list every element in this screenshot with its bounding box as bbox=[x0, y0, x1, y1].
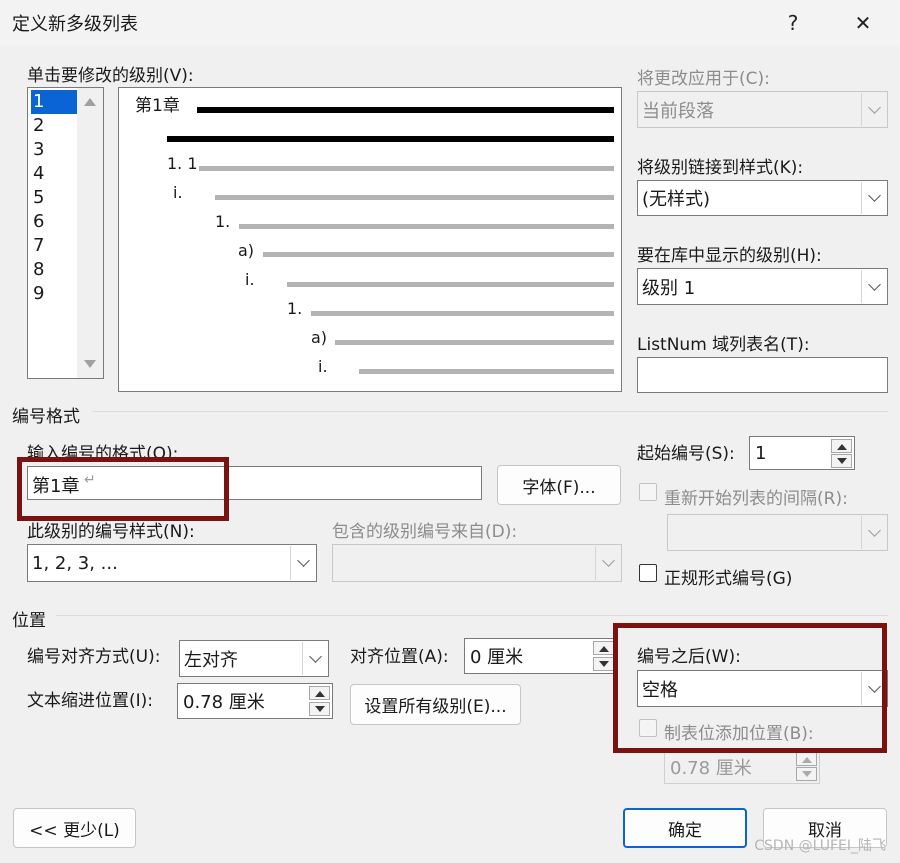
set-all-levels-button[interactable]: 设置所有级别(E)... bbox=[350, 684, 521, 725]
align-at-value: 0 厘米 bbox=[470, 647, 524, 668]
preview-line bbox=[335, 340, 614, 345]
link-style-label: 将级别链接到样式(K): bbox=[637, 158, 804, 178]
listnum-label: ListNum 域列表名(T): bbox=[637, 335, 810, 355]
level-item[interactable]: 2 bbox=[31, 114, 77, 138]
number-style-label: 此级别的编号样式(N): bbox=[27, 522, 195, 542]
level-listbox[interactable]: 1 2 3 4 5 6 7 8 9 bbox=[27, 87, 104, 379]
indent-spinner[interactable]: 0.78 厘米 bbox=[177, 683, 333, 719]
scroll-down-icon[interactable] bbox=[84, 360, 96, 368]
legal-style-label: 正规形式编号(G) bbox=[664, 569, 793, 589]
level-item[interactable]: 8 bbox=[31, 258, 77, 282]
tab-stop-value: 0.78 厘米 bbox=[670, 757, 752, 779]
gallery-level-value: 级别 1 bbox=[642, 277, 696, 299]
gallery-level-select[interactable]: 级别 1 bbox=[637, 268, 888, 305]
watermark: CSDN @LUFEI_陆飞 bbox=[754, 838, 886, 854]
align-select[interactable]: 左对齐 bbox=[179, 640, 329, 677]
include-level-select[interactable] bbox=[332, 544, 622, 582]
preview-line bbox=[263, 252, 614, 257]
levels-label: 单击要修改的级别(V): bbox=[27, 66, 194, 86]
preview-label: 1. bbox=[287, 299, 303, 318]
level-item[interactable]: 7 bbox=[31, 234, 77, 258]
chevron-down-icon bbox=[861, 516, 886, 549]
dialog-title: 定义新多级列表 bbox=[12, 14, 138, 35]
chevron-down-icon bbox=[861, 93, 886, 126]
preview-line bbox=[287, 282, 614, 287]
preview-line bbox=[199, 166, 614, 171]
indent-value: 0.78 厘米 bbox=[183, 692, 265, 713]
spin-down-icon[interactable] bbox=[309, 702, 330, 716]
gallery-level-label: 要在库中显示的级别(H): bbox=[637, 246, 822, 266]
apply-to-value: 当前段落 bbox=[642, 100, 714, 122]
apply-to-label: 将更改应用于(C): bbox=[637, 69, 770, 89]
spin-up-icon[interactable] bbox=[796, 752, 817, 766]
level-item[interactable]: 3 bbox=[31, 138, 77, 162]
preview-label: 1. bbox=[215, 212, 231, 231]
restart-checkbox[interactable] bbox=[639, 483, 657, 501]
align-value: 左对齐 bbox=[184, 649, 238, 671]
restart-select[interactable] bbox=[667, 514, 888, 551]
number-style-value: 1, 2, 3, ... bbox=[32, 552, 118, 574]
tab-stop-spinner[interactable]: 0.78 厘米 bbox=[664, 749, 820, 784]
chevron-down-icon bbox=[861, 270, 886, 303]
level-scrollbar[interactable] bbox=[77, 88, 103, 378]
section-divider bbox=[92, 411, 888, 412]
level-preview: 第1章 1. 1 i. 1. a) i. 1. a) i. bbox=[118, 87, 622, 392]
spin-up-icon[interactable] bbox=[831, 439, 852, 453]
start-at-spinner[interactable]: 1 bbox=[749, 436, 855, 470]
number-style-select[interactable]: 1, 2, 3, ... bbox=[27, 544, 317, 582]
preview-label: 第1章 bbox=[135, 96, 180, 116]
preview-line bbox=[215, 195, 614, 200]
preview-label: i. bbox=[245, 270, 255, 289]
include-level-label: 包含的级别编号来自(D): bbox=[332, 522, 518, 542]
align-at-label: 对齐位置(A): bbox=[350, 647, 449, 667]
close-icon: ✕ bbox=[854, 11, 872, 35]
close-button[interactable]: ✕ bbox=[838, 4, 888, 42]
preview-line bbox=[359, 369, 614, 374]
level-item[interactable]: 5 bbox=[31, 186, 77, 210]
preview-line bbox=[197, 107, 614, 113]
chevron-down-icon bbox=[861, 182, 886, 214]
legal-style-checkbox[interactable] bbox=[639, 564, 657, 582]
spin-up-icon[interactable] bbox=[309, 686, 330, 700]
chevron-down-icon bbox=[290, 546, 315, 580]
level-item[interactable]: 1 bbox=[31, 90, 77, 114]
section-divider bbox=[56, 615, 888, 616]
link-style-value: (无样式) bbox=[642, 189, 711, 210]
less-button[interactable]: << 更少(L) bbox=[13, 808, 136, 848]
chevron-down-icon bbox=[302, 642, 327, 675]
level-item[interactable]: 6 bbox=[31, 210, 77, 234]
preview-line bbox=[167, 136, 614, 142]
start-at-value: 1 bbox=[755, 442, 767, 464]
highlight-box bbox=[613, 623, 887, 753]
spin-down-icon[interactable] bbox=[796, 767, 817, 781]
apply-to-select[interactable]: 当前段落 bbox=[637, 91, 888, 128]
help-button[interactable]: ? bbox=[768, 4, 818, 42]
preview-line bbox=[239, 224, 614, 229]
position-section: 位置 bbox=[12, 611, 46, 631]
highlight-box bbox=[17, 457, 229, 521]
level-item[interactable]: 9 bbox=[31, 282, 77, 306]
scroll-up-icon[interactable] bbox=[84, 98, 96, 106]
start-at-label: 起始编号(S): bbox=[637, 444, 735, 464]
number-format-section: 编号格式 bbox=[12, 407, 80, 427]
level-item[interactable]: 4 bbox=[31, 162, 77, 186]
chevron-down-icon bbox=[595, 546, 620, 580]
spin-up-icon[interactable] bbox=[593, 641, 614, 655]
preview-line bbox=[311, 311, 614, 316]
preview-label: i. bbox=[318, 357, 328, 376]
preview-label: i. bbox=[173, 183, 183, 202]
listnum-input[interactable] bbox=[637, 357, 888, 393]
link-style-select[interactable]: (无样式) bbox=[637, 180, 888, 216]
indent-label: 文本缩进位置(I): bbox=[27, 691, 154, 711]
preview-label: a) bbox=[238, 241, 255, 260]
restart-label: 重新开始列表的间隔(R): bbox=[664, 489, 848, 509]
preview-label: 1. 1 bbox=[167, 154, 198, 173]
spin-down-icon[interactable] bbox=[831, 454, 852, 468]
ok-button[interactable]: 确定 bbox=[623, 808, 747, 848]
align-at-spinner[interactable]: 0 厘米 bbox=[464, 638, 617, 674]
font-button[interactable]: 字体(F)... bbox=[497, 465, 621, 505]
spin-down-icon[interactable] bbox=[593, 657, 614, 671]
preview-label: a) bbox=[311, 328, 328, 347]
align-label: 编号对齐方式(U): bbox=[27, 647, 161, 667]
